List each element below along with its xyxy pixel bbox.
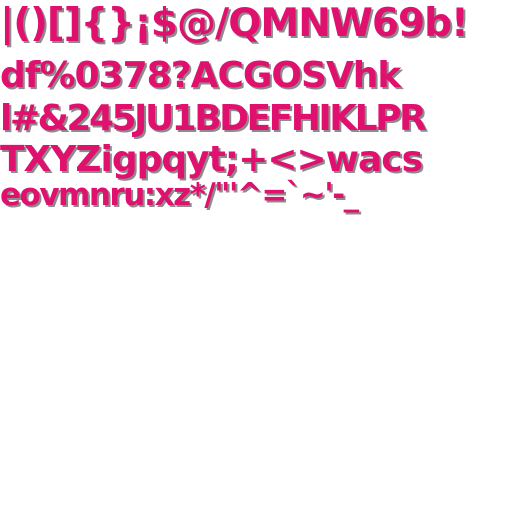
glyph-row-4: TXYZigpqyt;+<>wacs	[0, 139, 423, 180]
glyph-atlas: |()[]{}¡$@/QMNW69b! df%0378?ACGOSVhk l#&…	[0, 0, 512, 512]
glyph-row-3: l#&245JU1BDEFHIKLPR	[0, 98, 427, 139]
glyph-row-1: |()[]{}¡$@/QMNW69b!	[0, 1, 469, 46]
glyph-row-5: eovmnru:xz*/"'^=`~'-_	[0, 177, 359, 213]
glyph-row-2: df%0378?ACGOSVhk	[0, 55, 401, 96]
